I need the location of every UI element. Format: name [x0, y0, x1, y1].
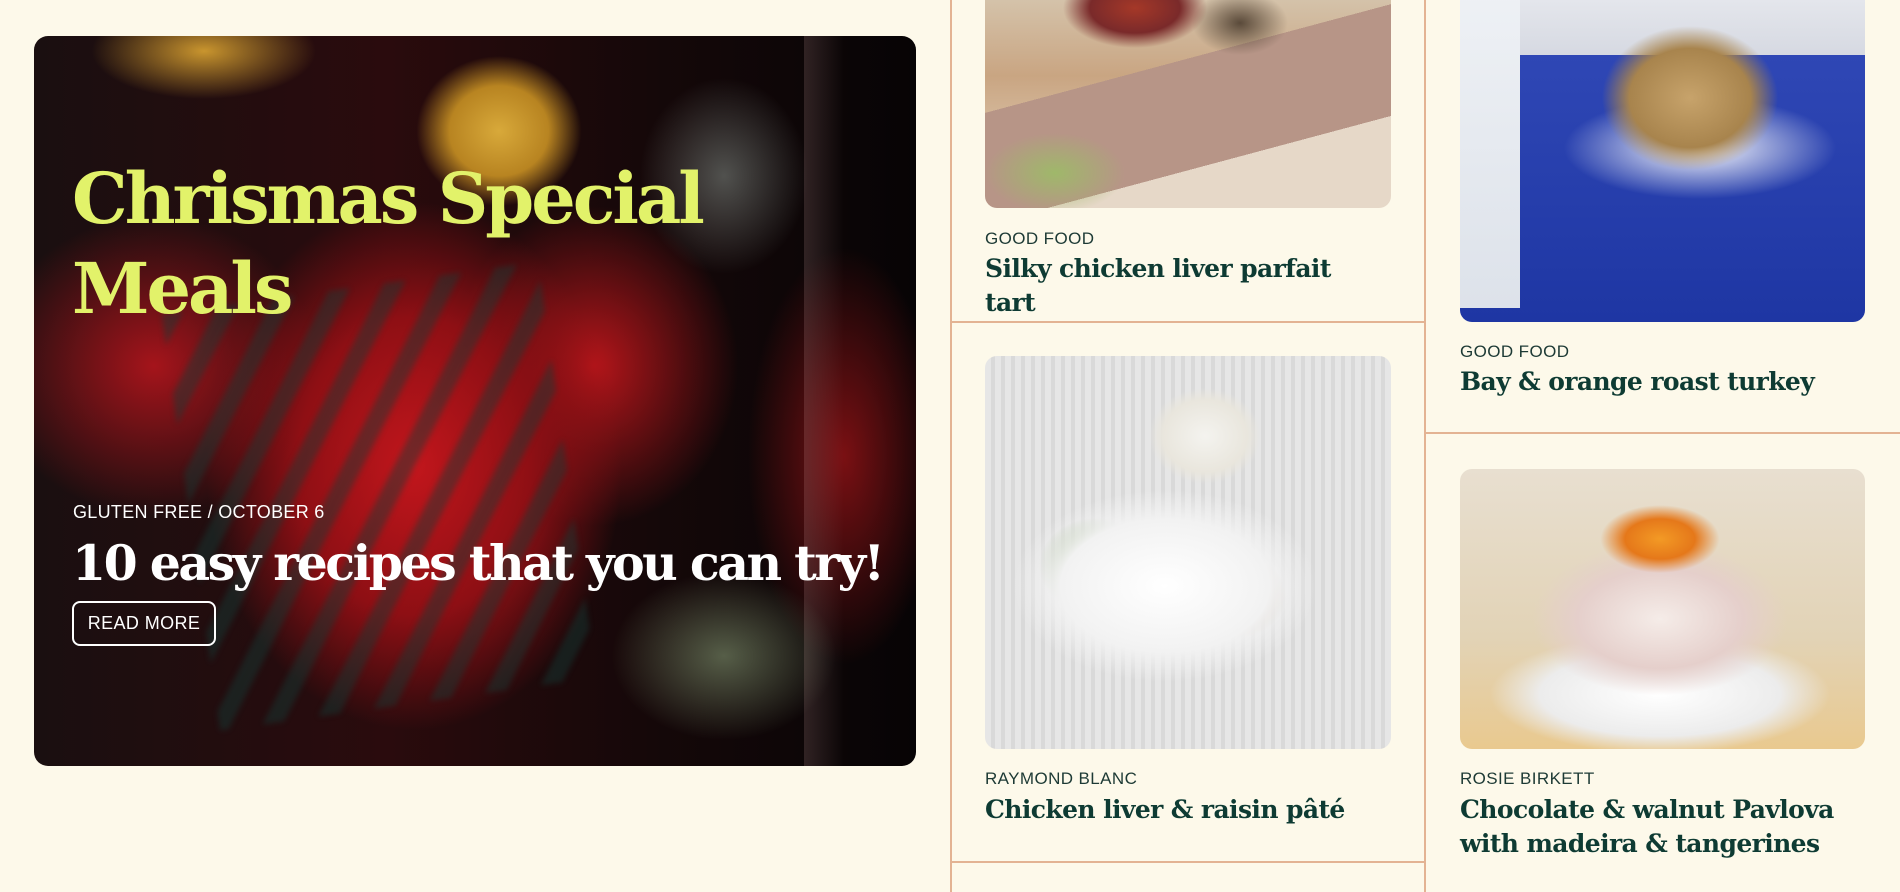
hero-title: Chrismas Special Meals	[72, 157, 705, 330]
read-more-button[interactable]: READ MORE	[72, 601, 216, 646]
row-divider	[951, 321, 1424, 323]
recipe-author: GOOD FOOD	[1460, 342, 1570, 361]
row-divider	[951, 861, 1424, 863]
hero-category-date: GLUTEN FREE / OCTOBER 6	[73, 502, 325, 522]
recipe-image[interactable]	[1460, 469, 1865, 749]
hero-highlight	[804, 36, 844, 766]
recipe-author: RAYMOND BLANC	[985, 769, 1138, 788]
row-divider	[1426, 432, 1900, 434]
column-divider	[950, 0, 952, 892]
recipe-title[interactable]: Chicken liver & raisin pâté	[985, 793, 1385, 827]
recipe-title[interactable]: Chocolate & walnut Pavlova with madeira …	[1460, 793, 1860, 861]
featured-hero[interactable]: Chrismas Special Meals GLUTEN FREE / OCT…	[34, 36, 916, 766]
column-divider	[1424, 0, 1426, 892]
recipe-title[interactable]: Bay & orange roast turkey	[1460, 365, 1870, 399]
recipe-author: GOOD FOOD	[985, 229, 1095, 248]
recipe-author: ROSIE BIRKETT	[1460, 769, 1595, 788]
recipe-image[interactable]	[985, 0, 1391, 208]
hero-headline[interactable]: 10 easy recipes that you can try!	[72, 532, 885, 594]
recipe-image[interactable]	[985, 356, 1391, 749]
recipe-image[interactable]	[1460, 0, 1865, 322]
recipe-title[interactable]: Silky chicken liver parfait tart	[985, 252, 1385, 320]
